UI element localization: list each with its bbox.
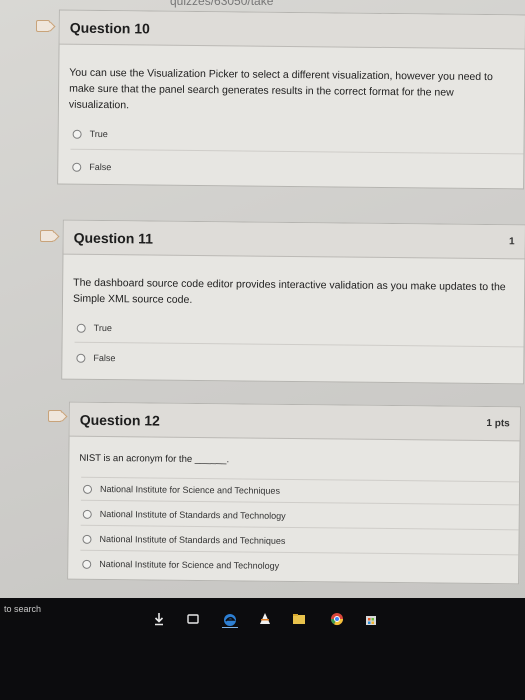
vlc-icon[interactable] bbox=[258, 612, 272, 626]
option-divider bbox=[70, 148, 524, 155]
option-false[interactable]: False bbox=[58, 162, 523, 177]
option-b[interactable]: National Institute of Standards and Tech… bbox=[69, 509, 519, 524]
taskbar: to search bbox=[0, 598, 525, 700]
flag-icon[interactable] bbox=[36, 20, 50, 32]
question-text: NIST is an acronym for the ______. bbox=[79, 452, 230, 466]
question-header: Question 10 bbox=[59, 10, 525, 50]
option-label: National Institute for Science and Techn… bbox=[99, 558, 280, 571]
option-true[interactable]: True bbox=[59, 129, 524, 144]
download-icon[interactable] bbox=[152, 612, 166, 626]
question-points: 1 bbox=[509, 236, 515, 248]
option-true[interactable]: True bbox=[63, 323, 524, 338]
radio-button[interactable] bbox=[82, 484, 93, 494]
option-label: National Institute for Science and Techn… bbox=[99, 483, 281, 496]
chrome-icon[interactable] bbox=[330, 612, 344, 626]
question-title: Question 11 bbox=[73, 229, 154, 247]
radio-button[interactable] bbox=[72, 129, 82, 139]
url-fragment: quizzes/63050/take bbox=[170, 0, 274, 8]
question-card-11: Question 11 1 The dashboard source code … bbox=[61, 219, 525, 385]
radio-button[interactable] bbox=[82, 559, 92, 569]
question-title: Question 12 bbox=[79, 411, 160, 429]
file-explorer-icon[interactable] bbox=[292, 612, 306, 626]
flag-icon[interactable] bbox=[48, 410, 62, 422]
question-card-12: Question 12 1 pts NIST is an acronym for… bbox=[67, 401, 521, 585]
option-divider bbox=[80, 549, 519, 556]
flag-icon[interactable] bbox=[40, 230, 54, 242]
option-a[interactable]: National Institute for Science and Techn… bbox=[69, 484, 519, 499]
option-c[interactable]: National Institute of Standards and Tech… bbox=[68, 534, 518, 549]
task-view-icon[interactable] bbox=[186, 612, 200, 626]
radio-button[interactable] bbox=[76, 353, 86, 363]
option-d[interactable]: National Institute for Science and Techn… bbox=[68, 559, 518, 574]
question-text: The dashboard source code editor provide… bbox=[72, 276, 506, 306]
option-divider bbox=[81, 476, 520, 483]
option-divider bbox=[74, 341, 524, 348]
option-divider bbox=[80, 499, 519, 506]
option-label: False bbox=[93, 352, 116, 364]
question-title: Question 10 bbox=[69, 19, 150, 37]
radio-button[interactable] bbox=[76, 323, 86, 333]
question-header: Question 11 1 bbox=[63, 220, 525, 260]
option-label: National Institute of Standards and Tech… bbox=[99, 533, 286, 546]
store-icon[interactable] bbox=[364, 612, 378, 626]
option-label: National Institute of Standards and Tech… bbox=[99, 508, 286, 521]
radio-button[interactable] bbox=[72, 162, 82, 172]
taskbar-search[interactable]: to search bbox=[4, 604, 41, 614]
edge-icon[interactable] bbox=[222, 612, 238, 628]
option-label: False bbox=[89, 161, 112, 173]
radio-button[interactable] bbox=[82, 534, 92, 544]
option-label: True bbox=[89, 128, 108, 140]
question-card-10: Question 10 You can use the Visualizatio… bbox=[57, 9, 525, 190]
option-divider bbox=[80, 524, 519, 531]
question-header: Question 12 1 pts bbox=[69, 402, 520, 442]
option-label: True bbox=[93, 322, 112, 334]
question-text: You can use the Visualization Picker to … bbox=[68, 66, 493, 112]
option-false[interactable]: False bbox=[62, 353, 523, 368]
radio-button[interactable] bbox=[82, 509, 92, 519]
question-points: 1 pts bbox=[486, 418, 510, 430]
